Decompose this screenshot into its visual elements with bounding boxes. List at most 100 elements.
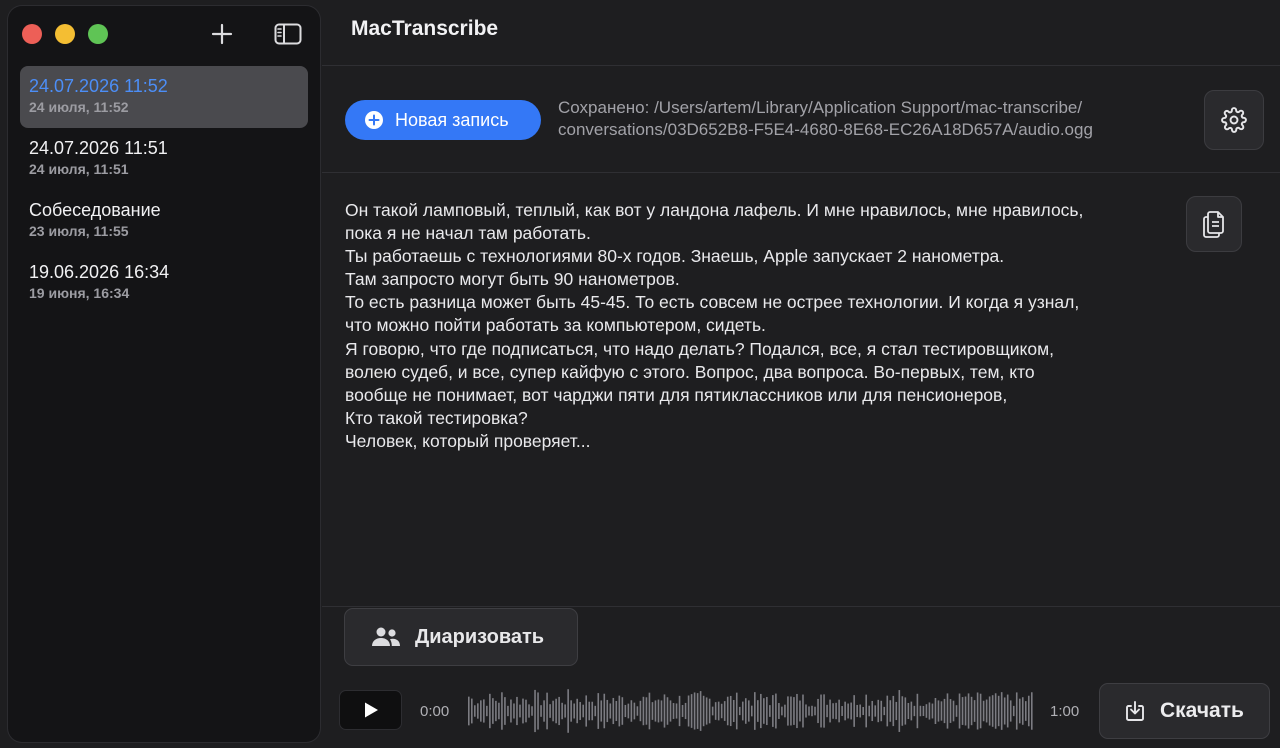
add-icon[interactable] — [208, 20, 236, 48]
waveform-bar — [919, 705, 922, 717]
play-button[interactable] — [339, 690, 402, 730]
waveform-bar — [895, 701, 898, 721]
waveform-bar — [741, 701, 744, 721]
waveform-bar — [615, 700, 618, 722]
diarize-label: Диаризовать — [415, 625, 545, 648]
waveform-bar — [723, 701, 726, 721]
waveform-bar — [775, 693, 777, 729]
waveform-bar — [808, 706, 810, 716]
list-item-title: 24.07.2026 11:51 — [29, 138, 168, 158]
transcript-text[interactable]: Он такой ламповый, теплый, как вот у лан… — [345, 199, 1185, 453]
waveform-bar — [769, 705, 771, 717]
waveform-bar — [660, 700, 663, 722]
waveform-bar — [859, 704, 861, 718]
waveform-bar — [928, 702, 931, 720]
close-window-button[interactable] — [22, 24, 42, 44]
waveform-bar — [579, 702, 581, 720]
new-recording-button[interactable]: Новая запись — [345, 100, 541, 140]
waveform-bar — [1009, 700, 1012, 722]
waveform-bar — [847, 703, 849, 719]
list-item[interactable]: 24.07.2026 11:52 24 июля, 11:52 — [20, 66, 308, 128]
waveform-bar — [997, 695, 1000, 727]
transcript-line: Я говорю, что где подписаться, что надо … — [345, 338, 1054, 359]
copy-button[interactable] — [1186, 196, 1242, 252]
diarize-button[interactable]: Диаризовать — [344, 608, 578, 666]
list-item[interactable]: Собеседование 23 июля, 11:55 — [20, 190, 308, 252]
waveform-bar — [772, 695, 774, 727]
waveform-bar — [609, 703, 612, 719]
waveform-bar — [513, 703, 515, 719]
gear-icon — [1221, 107, 1247, 133]
waveform-bar — [672, 703, 675, 719]
waveform-bar — [618, 695, 621, 727]
waveform-bar — [675, 703, 678, 719]
settings-button[interactable] — [1204, 90, 1264, 150]
waveform-bar — [510, 699, 512, 723]
waveform-bar — [612, 697, 615, 725]
waveform-bar — [516, 696, 518, 726]
waveform-bar — [552, 700, 554, 722]
minimize-window-button[interactable] — [55, 24, 75, 44]
waveform-bar — [955, 705, 958, 717]
waveform-bar — [588, 701, 591, 721]
download-button[interactable]: Скачать — [1099, 683, 1270, 739]
waveform-bar — [979, 693, 982, 729]
waveform-bar — [871, 700, 874, 722]
waveform-bar — [784, 704, 786, 718]
waveform-bar — [943, 698, 946, 724]
waveform-bar — [835, 702, 837, 720]
saved-path-line: conversations/03D652B8-F5E4-4680-8E68-EC… — [558, 120, 1093, 139]
waveform-bar — [922, 705, 925, 717]
waveform-bar — [546, 692, 548, 730]
waveform-bar — [621, 697, 624, 725]
waveform-bar — [940, 701, 943, 721]
list-item-title: 24.07.2026 11:52 — [29, 76, 168, 96]
list-item[interactable]: 24.07.2026 11:51 24 июля, 11:51 — [20, 128, 308, 190]
waveform-bar — [636, 706, 639, 716]
list-item[interactable]: 19.06.2026 16:34 19 июня, 16:34 — [20, 252, 308, 314]
list-item-title: Собеседование — [29, 200, 161, 220]
waveform-bar — [537, 692, 539, 730]
waveform-bar — [988, 696, 991, 726]
content-divider — [322, 606, 1280, 607]
waveform-bar — [985, 699, 988, 723]
waveform-bar — [633, 702, 636, 720]
duration-time: 1:00 — [1050, 703, 1080, 720]
waveform-bar — [1003, 697, 1006, 725]
waveform-bar — [477, 703, 479, 719]
recordings-list: 24.07.2026 11:52 24 июля, 11:52 24.07.20… — [20, 66, 308, 314]
transcript-line: Кто такой тестировка? — [345, 407, 528, 428]
waveform-bar — [886, 695, 889, 727]
waveform-scrubber[interactable] — [468, 688, 1034, 734]
waveform-bar — [564, 704, 566, 718]
waveform-bar — [492, 698, 494, 724]
waveform-bar — [958, 693, 961, 729]
waveform-bar — [766, 696, 768, 726]
waveform-bar — [826, 704, 828, 718]
waveform-bar — [907, 702, 910, 720]
transcript-line: Он такой ламповый, теплый, как вот у лан… — [345, 200, 1084, 220]
waveform-bar — [597, 693, 600, 729]
waveform-bar — [495, 700, 497, 722]
sidebar-toggle-icon[interactable] — [274, 20, 302, 48]
waveform-bar — [645, 697, 648, 725]
waveform-bar — [805, 704, 807, 718]
transcript-line: Человек, который проверяет... — [345, 430, 591, 451]
window-title: MacTranscribe — [351, 17, 499, 40]
waveform-bar — [970, 696, 973, 726]
waveform-bar — [994, 693, 997, 729]
waveform-bar — [591, 701, 594, 721]
new-recording-label: Новая запись — [395, 109, 509, 130]
waveform-bar — [964, 696, 967, 726]
waveform-bar — [1012, 705, 1015, 717]
waveform-bar — [838, 699, 840, 723]
waveform-bar — [931, 703, 934, 719]
waveform-bar — [967, 693, 970, 729]
waveform-bar — [760, 693, 762, 729]
saved-path-line: Сохранено: /Users/artem/Library/Applicat… — [558, 98, 1083, 117]
waveform-bar — [498, 702, 500, 720]
waveform-bar — [738, 706, 741, 716]
current-time: 0:00 — [420, 703, 450, 720]
waveform-bar — [603, 693, 606, 729]
zoom-window-button[interactable] — [88, 24, 108, 44]
